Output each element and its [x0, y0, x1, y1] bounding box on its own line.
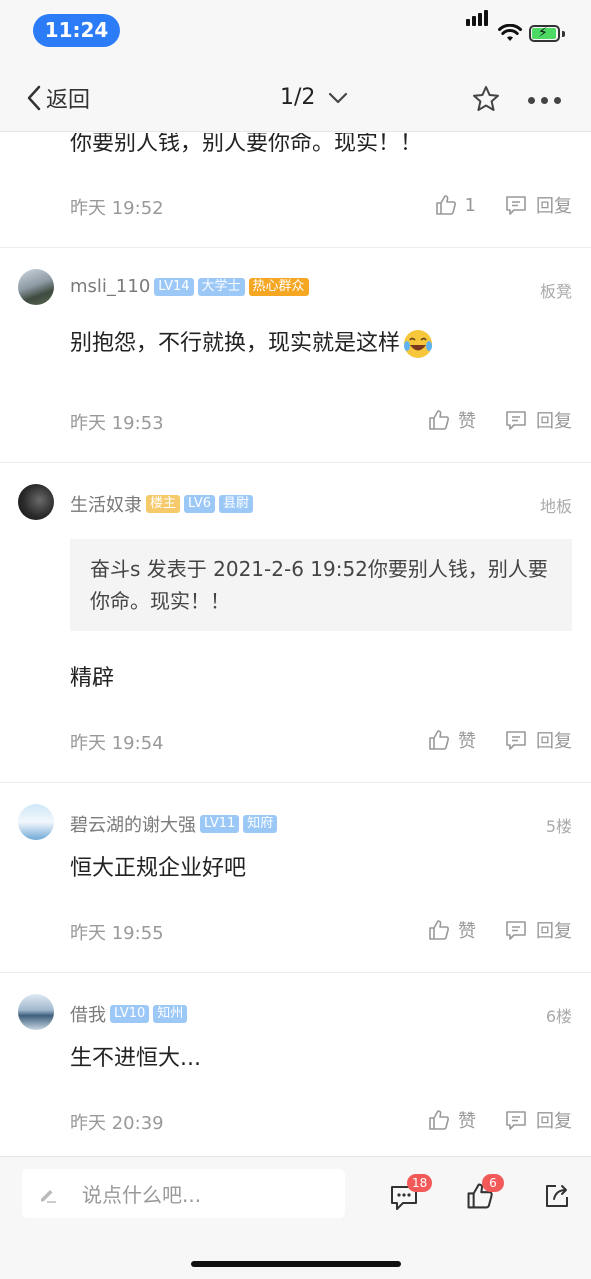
laughing-emoji-icon: [404, 330, 433, 358]
username[interactable]: msli_110: [70, 276, 150, 297]
share-button[interactable]: [543, 1182, 571, 1214]
reply-item: 借我 LV10 知州 6楼 生不进恒大... 昨天 20:39 赞 回复: [0, 973, 591, 1156]
reply-button[interactable]: 回复: [504, 1107, 572, 1133]
chevron-left-icon: [27, 85, 41, 111]
nav-bar: 返回 1/2: [0, 62, 591, 132]
like-label: 赞: [458, 1111, 476, 1132]
favorite-star-icon[interactable]: [471, 84, 501, 114]
reply-button[interactable]: 回复: [504, 917, 572, 943]
reply-time: 昨天 19:54: [70, 733, 164, 754]
like-label: 赞: [458, 731, 476, 752]
back-label: 返回: [46, 88, 91, 113]
thumbs-up-icon: [429, 1110, 449, 1130]
reply-item: 碧云湖的谢大强 LV11 知府 5楼 恒大正规企业好吧 昨天 19:55 赞 回…: [0, 783, 591, 973]
reply-item: 生活奴隶 楼主 LV6 县尉 地板 奋斗s 发表于 2021-2-6 19:52…: [0, 463, 591, 783]
reply-label: 回复: [536, 731, 572, 752]
reply-button[interactable]: 回复: [504, 192, 572, 218]
comment-placeholder: 说点什么吧...: [82, 1183, 202, 1207]
avatar[interactable]: [18, 269, 54, 305]
title-badge: 大学士: [197, 277, 245, 296]
reply-item: 你要别人钱，别人要你命。现实！！ 昨天 19:52 1 回复: [0, 133, 591, 248]
like-label: 赞: [458, 411, 476, 432]
quoted-reply[interactable]: 奋斗s 发表于 2021-2-6 19:52你要别人钱，别人要你命。现实！！: [70, 539, 572, 631]
username[interactable]: 借我: [70, 1001, 106, 1027]
chevron-down-icon: [329, 92, 348, 103]
status-time: 11:24: [33, 14, 120, 47]
pencil-icon: [41, 1189, 56, 1203]
reply-text: 别抱怨，不行就换，现实就是这样: [70, 331, 401, 356]
reply-time: 昨天 19:53: [70, 413, 164, 434]
reply-label: 回复: [536, 921, 572, 942]
like-button[interactable]: 赞: [428, 407, 476, 433]
comment-icon: [506, 921, 526, 940]
op-badge: 楼主: [146, 495, 181, 513]
reply-text: 精辟: [70, 666, 115, 691]
reply-button[interactable]: 回复: [504, 727, 572, 753]
title-badge: 知府: [243, 815, 278, 833]
share-icon: [546, 1185, 568, 1207]
title-badge: 热心群众: [248, 277, 309, 296]
reply-text: 生不进恒大...: [70, 1046, 201, 1071]
like-button[interactable]: 1: [435, 194, 476, 216]
thumbs-up-icon: [429, 920, 449, 940]
reply-time: 昨天 19:55: [70, 923, 164, 944]
like-label: 1: [464, 194, 476, 216]
reply-label: 回复: [536, 196, 572, 217]
username[interactable]: 碧云湖的谢大强: [70, 811, 196, 837]
thumbs-up-icon: [429, 730, 449, 750]
comment-input[interactable]: 说点什么吧...: [22, 1169, 345, 1218]
thumbs-up-icon: [435, 195, 456, 215]
comment-icon: [506, 1111, 526, 1130]
reply-label: 回复: [536, 411, 572, 432]
like-count-badge: 6: [482, 1174, 504, 1192]
like-button[interactable]: 赞: [428, 917, 476, 943]
title-badge: 县尉: [219, 495, 254, 513]
reply-label: 回复: [536, 1111, 572, 1132]
comment-count-badge: 18: [407, 1174, 433, 1192]
reply-text: 你要别人钱，别人要你命。现实！！: [70, 133, 423, 156]
charging-icon: ⚡: [538, 25, 548, 41]
level-badge: LV6: [184, 495, 215, 513]
comment-icon: [506, 411, 526, 430]
level-badge: LV10: [110, 1005, 150, 1023]
page-indicator-label: 1/2: [280, 85, 316, 110]
reply-item: msli_110 LV14 大学士 热心群众 板凳 别抱怨，不行就换，现实就是这…: [0, 248, 591, 463]
reply-text: 恒大正规企业好吧: [70, 856, 247, 881]
wifi-icon: [498, 24, 522, 41]
floor-label: 地板: [539, 497, 572, 516]
like-button[interactable]: 赞: [428, 1107, 476, 1133]
page-indicator[interactable]: 1/2: [280, 85, 349, 110]
title-badge: 知州: [153, 1005, 188, 1023]
level-badge: LV11: [200, 815, 240, 833]
home-indicator[interactable]: [191, 1261, 401, 1267]
status-bar: 11:24 ⚡: [0, 0, 591, 62]
reply-list: 你要别人钱，别人要你命。现实！！ 昨天 19:52 1 回复 msli_110 …: [0, 133, 591, 1156]
username[interactable]: 生活奴隶: [70, 491, 142, 517]
comments-button[interactable]: 18: [389, 1174, 433, 1216]
level-badge: LV14: [154, 277, 194, 296]
floor-label: 6楼: [545, 1007, 572, 1026]
back-button[interactable]: 返回: [26, 82, 90, 114]
avatar[interactable]: [18, 804, 54, 840]
comment-icon: [506, 196, 526, 215]
comment-icon: [506, 731, 526, 750]
avatar[interactable]: [18, 484, 54, 520]
like-button[interactable]: 赞: [428, 727, 476, 753]
thumbs-up-icon: [429, 410, 449, 430]
like-post-button[interactable]: 6: [466, 1174, 504, 1214]
floor-label: 板凳: [539, 282, 572, 301]
reply-time: 昨天 19:52: [70, 198, 164, 219]
avatar[interactable]: [18, 994, 54, 1030]
floor-label: 5楼: [545, 817, 572, 836]
like-label: 赞: [458, 921, 476, 942]
more-options-icon[interactable]: [528, 97, 561, 104]
reply-time: 昨天 20:39: [70, 1113, 164, 1134]
reply-button[interactable]: 回复: [504, 407, 572, 433]
